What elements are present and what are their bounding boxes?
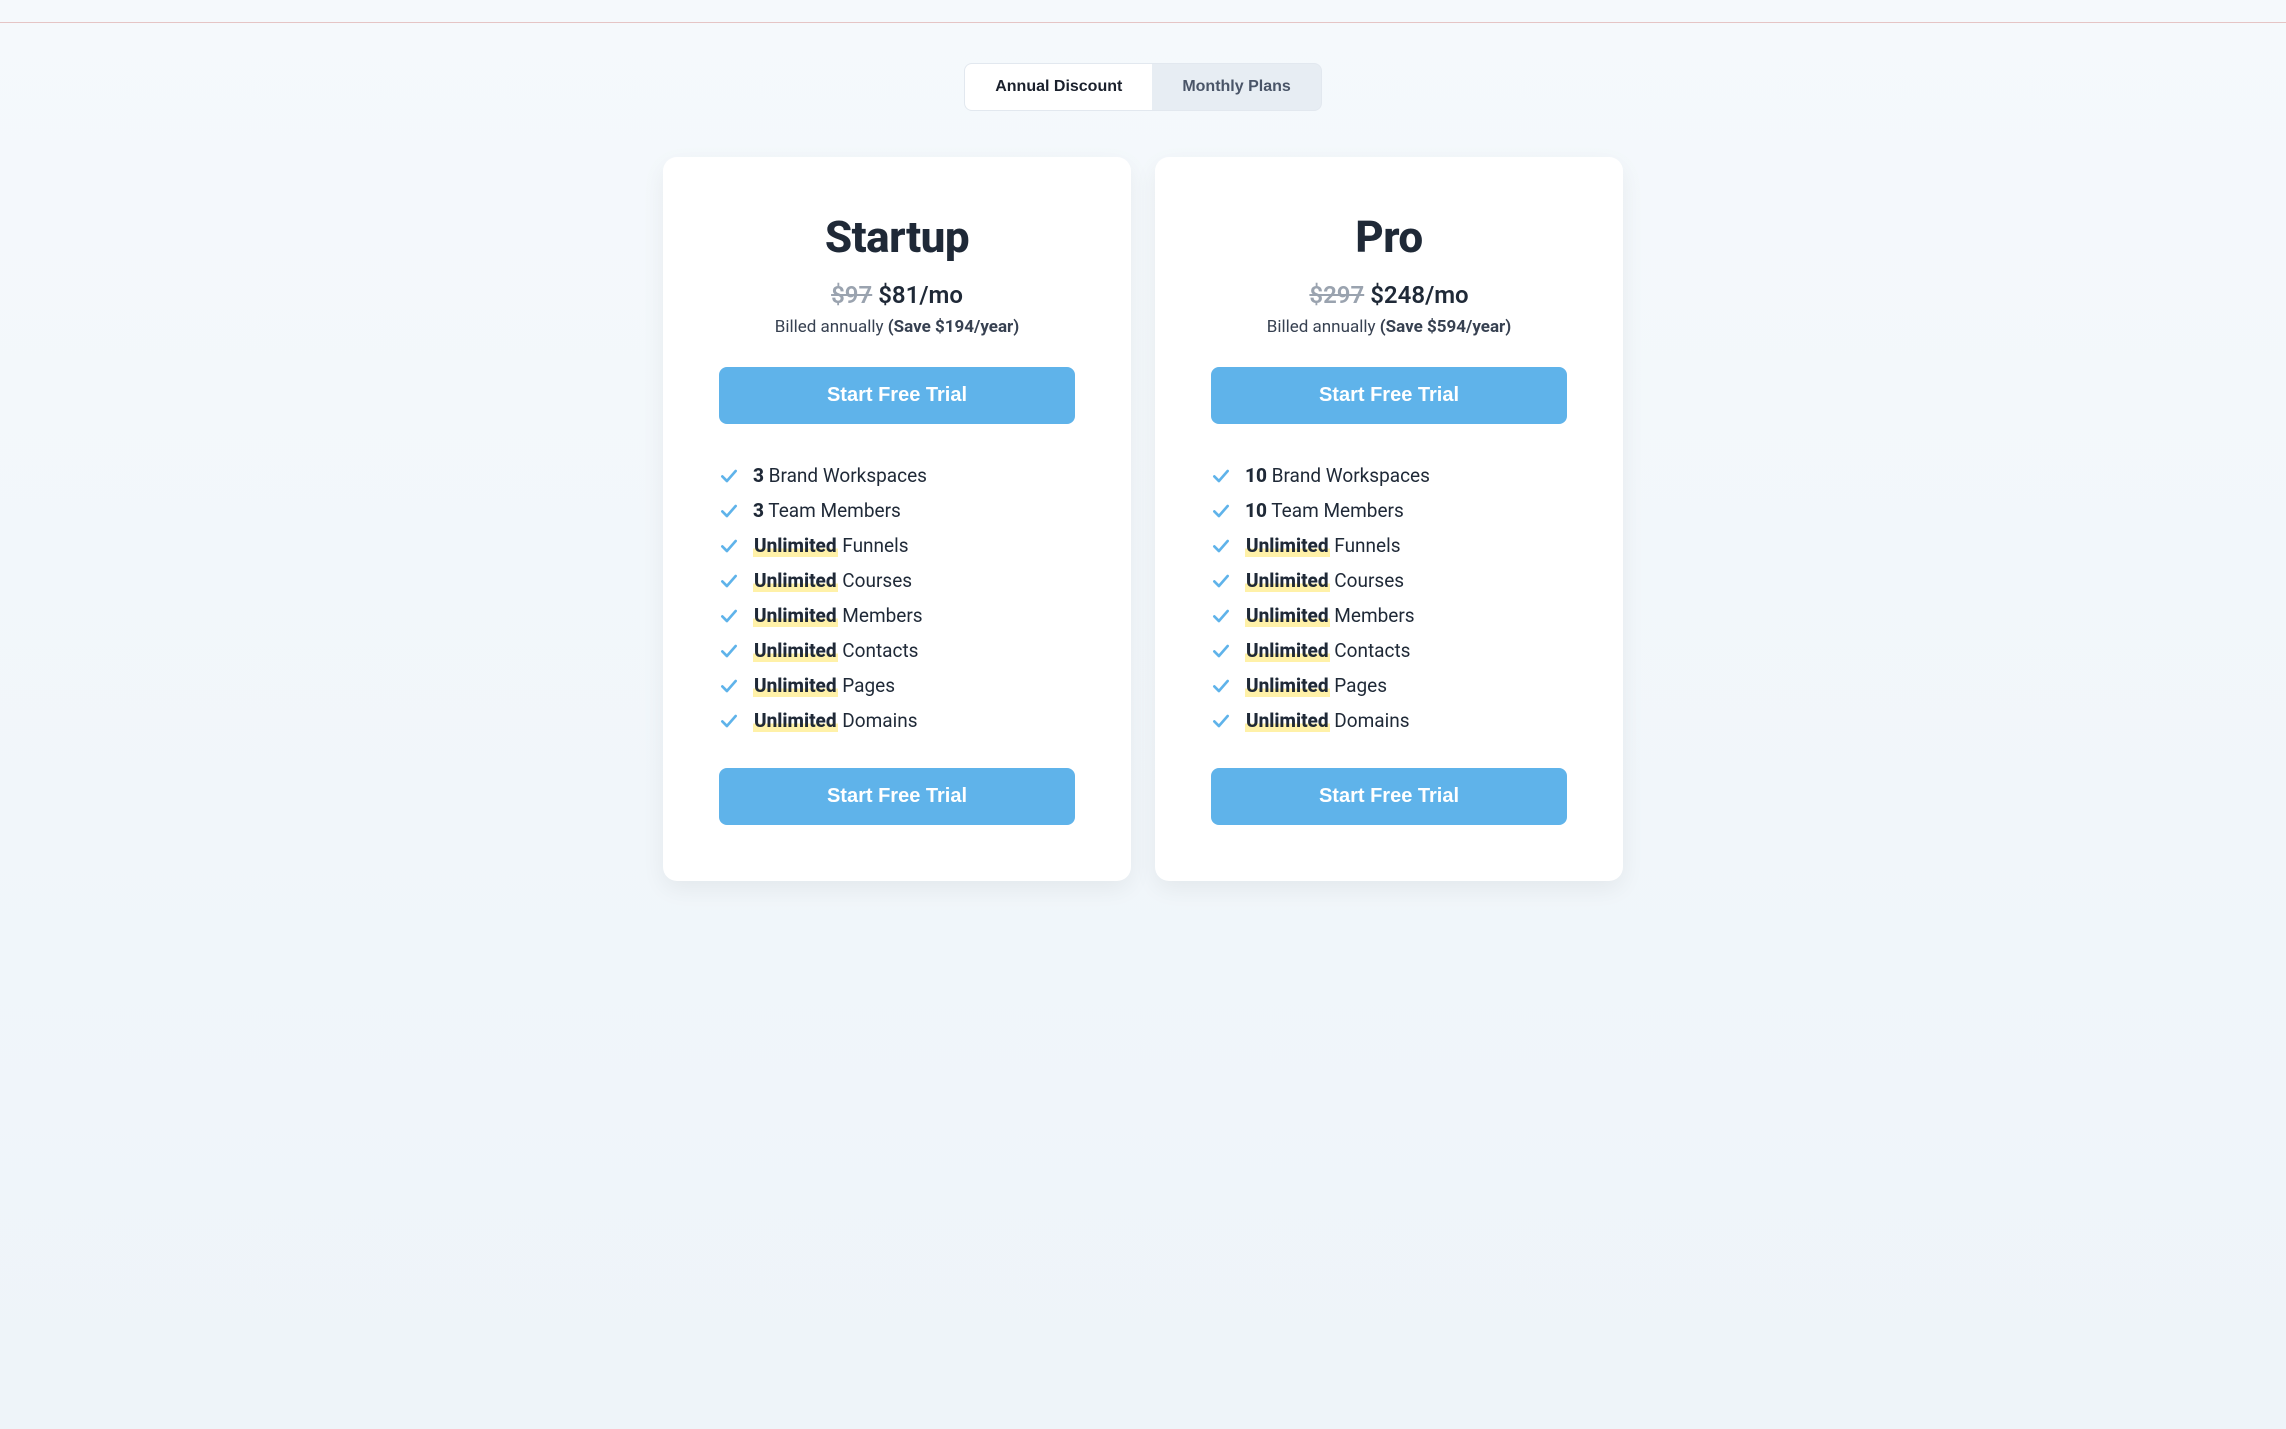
plan-name: Pro (1211, 211, 1567, 263)
start-free-trial-button[interactable]: Start Free Trial (719, 367, 1075, 424)
start-free-trial-button[interactable]: Start Free Trial (719, 768, 1075, 825)
original-price: $97 (831, 281, 872, 309)
check-icon (719, 571, 739, 591)
feature-text: Unlimited Members (753, 604, 923, 627)
check-icon (719, 606, 739, 626)
feature-text: Unlimited Courses (753, 569, 912, 592)
feature-item: Unlimited Funnels (719, 534, 1075, 557)
feature-item: Unlimited Domains (1211, 709, 1567, 732)
feature-item: Unlimited Domains (719, 709, 1075, 732)
feature-item: Unlimited Funnels (1211, 534, 1567, 557)
check-icon (719, 536, 739, 556)
check-icon (719, 711, 739, 731)
feature-item: 10 Team Members (1211, 499, 1567, 522)
toggle-annual[interactable]: Annual Discount (965, 64, 1152, 110)
start-free-trial-button[interactable]: Start Free Trial (1211, 367, 1567, 424)
feature-item: 3 Brand Workspaces (719, 464, 1075, 487)
feature-item: Unlimited Courses (719, 569, 1075, 592)
check-icon (719, 466, 739, 486)
feature-item: Unlimited Courses (1211, 569, 1567, 592)
check-icon (1211, 536, 1231, 556)
billing-toggle: Annual Discount Monthly Plans (964, 63, 1322, 111)
toggle-monthly[interactable]: Monthly Plans (1152, 64, 1320, 110)
feature-list: 3 Brand Workspaces 3 Team Members Unlimite… (719, 464, 1075, 732)
feature-text: Unlimited Members (1245, 604, 1415, 627)
feature-item: Unlimited Contacts (719, 639, 1075, 662)
feature-text: Unlimited Funnels (753, 534, 909, 557)
pricing-cards: Startup $97$81/mo Billed annually (Save $1… (663, 157, 1623, 881)
check-icon (1211, 466, 1231, 486)
price: $248/mo (1370, 281, 1468, 309)
billing-toggle-wrap: Annual Discount Monthly Plans (663, 63, 1623, 111)
pricing-card: Pro $297$248/mo Billed annually (Save $594… (1155, 157, 1623, 881)
start-free-trial-button[interactable]: Start Free Trial (1211, 768, 1567, 825)
feature-text: 3 Team Members (753, 499, 901, 522)
pricing-section: Annual Discount Monthly Plans Startup $97… (643, 23, 1643, 941)
feature-text: Unlimited Contacts (753, 639, 919, 662)
check-icon (1211, 501, 1231, 521)
feature-item: Unlimited Contacts (1211, 639, 1567, 662)
feature-text: Unlimited Pages (753, 674, 895, 697)
feature-text: Unlimited Contacts (1245, 639, 1411, 662)
check-icon (719, 676, 739, 696)
billed-prefix: Billed annually (1267, 317, 1380, 337)
billed-row: Billed annually (Save $194/year) (719, 317, 1075, 337)
check-icon (1211, 571, 1231, 591)
check-icon (719, 501, 739, 521)
check-icon (1211, 606, 1231, 626)
feature-item: 10 Brand Workspaces (1211, 464, 1567, 487)
check-icon (1211, 711, 1231, 731)
save-amount: (Save $194/year) (888, 317, 1020, 337)
feature-item: Unlimited Pages (1211, 674, 1567, 697)
check-icon (1211, 641, 1231, 661)
feature-item: Unlimited Members (719, 604, 1075, 627)
plan-name: Startup (719, 211, 1075, 263)
feature-text: Unlimited Domains (753, 709, 918, 732)
feature-text: Unlimited Domains (1245, 709, 1410, 732)
billed-prefix: Billed annually (775, 317, 888, 337)
feature-list: 10 Brand Workspaces 10 Team Members Unlimi… (1211, 464, 1567, 732)
original-price: $297 (1309, 281, 1364, 309)
check-icon (1211, 676, 1231, 696)
feature-text: Unlimited Funnels (1245, 534, 1401, 557)
feature-item: Unlimited Pages (719, 674, 1075, 697)
feature-item: 3 Team Members (719, 499, 1075, 522)
check-icon (719, 641, 739, 661)
pricing-card: Startup $97$81/mo Billed annually (Save $1… (663, 157, 1131, 881)
price: $81/mo (878, 281, 963, 309)
billed-row: Billed annually (Save $594/year) (1211, 317, 1567, 337)
price-row: $297$248/mo (1211, 281, 1567, 309)
feature-item: Unlimited Members (1211, 604, 1567, 627)
feature-text: 3 Brand Workspaces (753, 464, 927, 487)
price-row: $97$81/mo (719, 281, 1075, 309)
feature-text: 10 Team Members (1245, 499, 1404, 522)
feature-text: Unlimited Courses (1245, 569, 1404, 592)
feature-text: 10 Brand Workspaces (1245, 464, 1430, 487)
save-amount: (Save $594/year) (1380, 317, 1512, 337)
feature-text: Unlimited Pages (1245, 674, 1387, 697)
